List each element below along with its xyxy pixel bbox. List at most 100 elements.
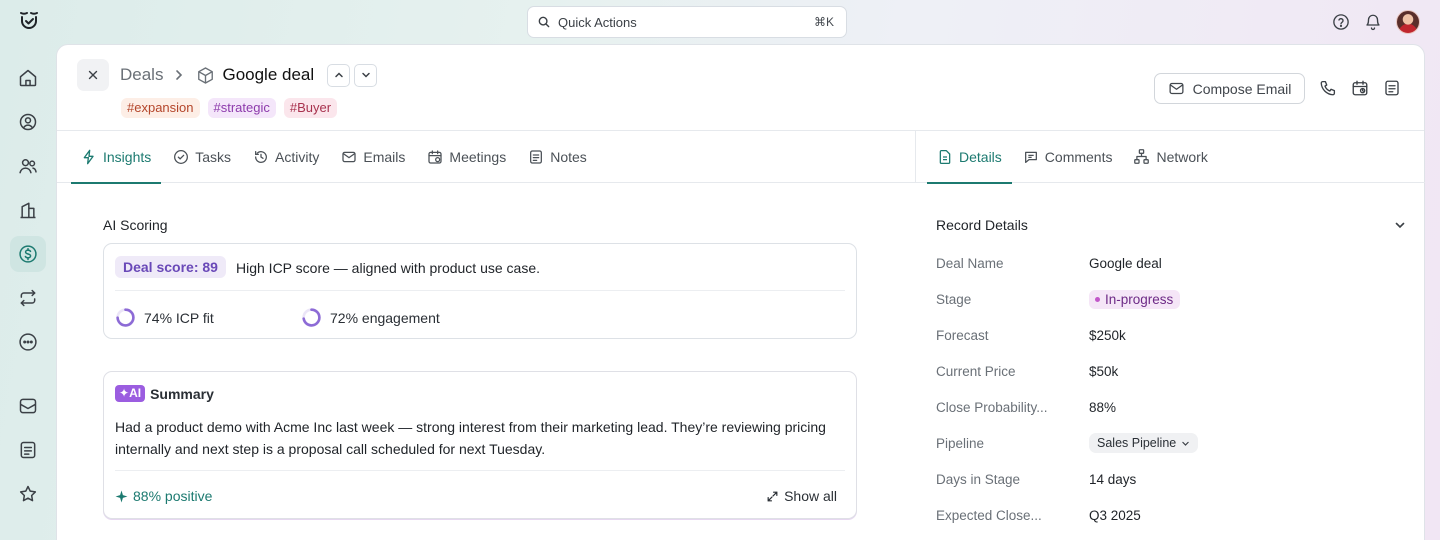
detail-row-pipeline: Pipeline Sales Pipeline [936,425,1406,461]
stage-badge[interactable]: In-progress [1089,289,1181,309]
detail-value[interactable]: 14 days [1089,472,1136,487]
ai-scoring-heading: AI Scoring [103,217,168,233]
more-icon[interactable] [10,324,46,360]
lightning-icon [83,149,94,164]
home-icon[interactable] [10,60,46,96]
detail-value[interactable]: Google deal [1089,256,1162,271]
icp-fit-metric: 74% ICP fit [115,307,214,328]
close-button[interactable] [77,59,109,91]
tab-comments-label: Comments [1044,148,1113,165]
summary-text: Had a product demo with Acme Inc last we… [115,419,826,457]
ai-summary-card: ✦AI Summary Had a product demo with Acme… [103,371,857,519]
deals-icon[interactable] [10,236,46,272]
search-icon [537,15,551,29]
quick-actions-search[interactable]: Quick Actions ⌘K [527,6,847,38]
tab-details[interactable]: Details [927,131,1012,184]
show-all-button[interactable]: Show all [766,488,837,504]
card-divider [115,290,845,291]
note-icon[interactable] [1383,79,1401,97]
tab-notes[interactable]: Notes [528,131,587,183]
ai-scoring-card: Deal score: 89 High ICP score — aligned … [103,243,857,339]
tab-emails-label: Emails [363,148,406,165]
ai-badge-label: AI [129,386,142,400]
engagement-label: 72% engagement [330,309,440,326]
tag-list: #expansion #strategic #Buyer [121,98,338,118]
previous-record-button[interactable] [327,63,351,87]
calendar-icon[interactable] [1351,79,1369,97]
tab-comments[interactable]: Comments [1023,131,1113,183]
expand-icon [767,491,778,501]
help-icon[interactable] [1332,13,1350,31]
tab-tasks-label: Tasks [195,148,232,165]
engagement-ring [302,308,321,327]
network-icon [1134,149,1150,164]
compose-email-button[interactable]: Compose Email [1154,73,1305,104]
avatar[interactable] [1396,10,1420,34]
detail-label: Close Probability... [936,399,1048,415]
top-bar: Quick Actions ⌘K [0,0,1440,44]
next-record-button[interactable] [354,63,378,87]
tab-activity[interactable]: Activity [253,131,319,183]
detail-row-days-in-stage: Days in Stage 14 days [936,461,1406,497]
tab-network[interactable]: Network [1133,131,1208,183]
workflows-icon[interactable] [10,280,46,316]
detail-label: Current Price [936,363,1016,379]
phone-icon[interactable] [1319,79,1337,97]
page-title: Google deal [222,65,315,84]
ai-badge: ✦AI [115,385,146,402]
detail-label: Stage [936,291,972,307]
tag-expansion[interactable]: #expansion [121,98,200,118]
calendar-clock-icon [428,149,443,164]
detail-value[interactable]: 88% [1089,400,1116,415]
close-icon [88,70,98,80]
detail-row-close-probability: Close Probability... 88% [936,389,1406,425]
detail-label: Forecast [936,327,989,343]
bell-icon[interactable] [1364,13,1382,31]
contacts-icon[interactable] [10,104,46,140]
right-tab-bar: Details Comments Network [915,131,1425,184]
detail-label: Days in Stage [936,471,1021,487]
chevron-down-icon [1182,441,1189,446]
breadcrumb: Deals Google deal [120,63,378,87]
tab-insights-label: Insights [103,148,152,165]
detail-value[interactable]: $250k [1089,328,1126,343]
detail-row-stage: Stage In-progress [936,281,1406,317]
tag-strategic[interactable]: #strategic [207,98,276,118]
document-icon [939,149,951,164]
left-nav-rail [0,44,56,540]
sparkle-icon [115,490,128,502]
pipeline-select[interactable]: Sales Pipeline [1089,433,1199,453]
app-logo-icon[interactable] [17,9,41,33]
tab-meetings[interactable]: Meetings [427,131,506,183]
tab-tasks[interactable]: Tasks [173,131,231,183]
chevron-right-icon [174,69,184,81]
breadcrumb-deals-link[interactable]: Deals [120,65,163,85]
detail-row-expected-close: Expected Close... Q3 2025 [936,497,1406,533]
record-details-header[interactable]: Record Details [936,217,1406,233]
sentiment-indicator: 88% positive [115,488,212,504]
detail-value[interactable]: $50k [1089,364,1118,379]
tab-insights[interactable]: Insights [70,131,162,184]
deal-score-badge: Deal score: 89 [115,256,226,278]
detail-label: Pipeline [936,435,985,451]
detail-value[interactable]: Q3 2025 [1089,508,1141,523]
icp-fit-label: 74% ICP fit [144,309,214,326]
shortcut-hint: ⌘K [813,15,834,29]
companies-icon[interactable] [10,192,46,228]
engagement-metric: 72% engagement [301,307,440,328]
summary-title: Summary [150,385,214,402]
detail-label: Deal Name [936,255,1004,271]
check-circle-icon [174,149,189,164]
tab-details-label: Details [959,148,1002,165]
detail-row-deal-name: Deal Name Google deal [936,245,1406,281]
sentiment-label: 88% positive [133,488,213,504]
tag-buyer[interactable]: #Buyer [283,98,338,118]
people-icon[interactable] [10,148,46,184]
notes-icon[interactable] [10,432,46,468]
tab-activity-label: Activity [275,148,320,165]
detail-row-current-price: Current Price $50k [936,353,1406,389]
favorites-icon[interactable] [10,476,46,512]
tab-emails[interactable]: Emails [341,131,405,183]
tab-meetings-label: Meetings [449,148,507,165]
inbox-icon[interactable] [10,388,46,424]
